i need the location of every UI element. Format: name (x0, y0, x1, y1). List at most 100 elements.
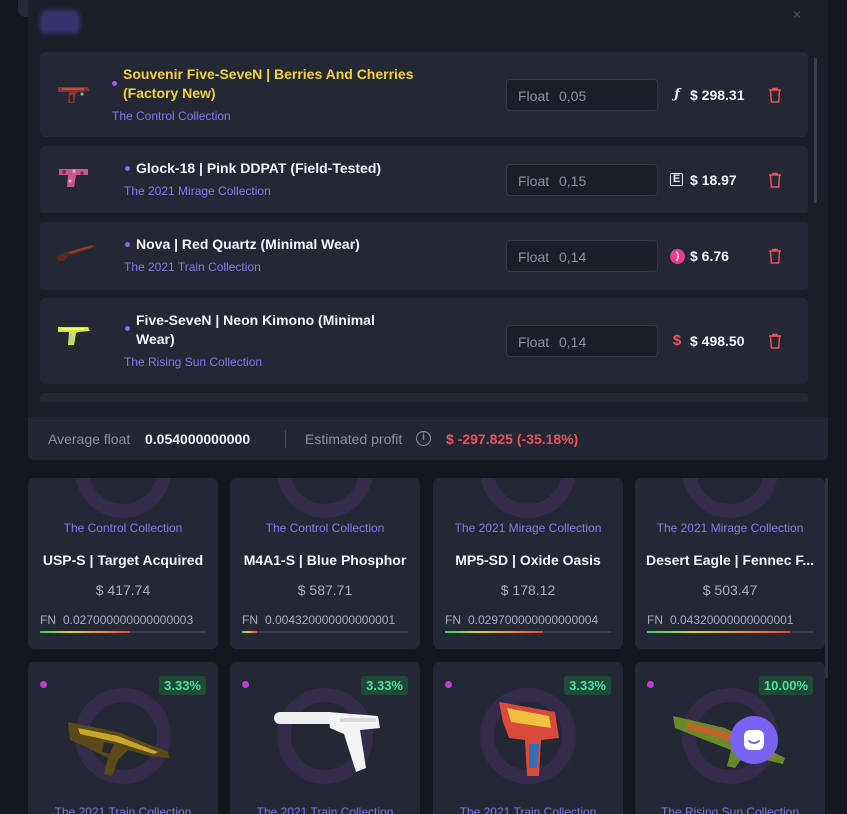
chat-button[interactable] (730, 716, 778, 764)
card-name: USP-S | Target Acquired (42, 552, 204, 568)
item-name: Five-SeveN | Neon Kimono (Minimal Wear) (136, 312, 375, 347)
rarity-dot (40, 681, 47, 688)
item-collection: The Control Collection (112, 109, 231, 123)
float-bar-fill (647, 631, 790, 633)
chat-icon (744, 730, 764, 750)
item-price: $ 498.50 (690, 333, 745, 349)
float-input[interactable]: Float 0,05 (506, 79, 658, 111)
float-label: Float (518, 334, 550, 350)
estimated-profit-label: Estimated profit (305, 431, 403, 447)
f-market-icon: ƒ (674, 87, 680, 102)
rarity-dot (125, 326, 130, 331)
page-scrollbar[interactable] (825, 478, 828, 678)
outcome-card[interactable]: The 2021 Mirage Collection MP5-SD | Oxid… (433, 478, 623, 649)
chance-badge: 3.33% (159, 676, 206, 695)
card-glow (480, 478, 576, 518)
item-collection: The Rising Sun Collection (124, 355, 263, 369)
five-seven-pistol-icon (58, 327, 90, 345)
float-bar (445, 631, 611, 633)
contract-panel: ✕ Souvenir Five-SeveN | Berries And Cher… (28, 0, 828, 460)
nova-shotgun-icon (56, 245, 96, 261)
float-bar (242, 631, 408, 633)
page: ⌕ ▾ ✕ Souvenir Five-Seve (0, 0, 847, 814)
float-value[interactable]: 0,05 (559, 88, 586, 104)
panel-header-blurred (40, 10, 80, 34)
glock-pistol-icon (59, 169, 88, 187)
info-icon[interactable]: i (416, 431, 431, 446)
float-input[interactable]: Float 0,15 (506, 164, 658, 196)
card-wear: FN (445, 613, 461, 627)
close-icon[interactable]: ✕ (792, 8, 802, 22)
chance-card[interactable]: 3.33% The 2021 Train Collection (433, 662, 623, 814)
card-glow (682, 478, 778, 518)
s-market-icon: $ (672, 332, 682, 349)
card-collection: The 2021 Mirage Collection (454, 521, 602, 535)
divider (285, 430, 286, 448)
trash-icon[interactable] (768, 87, 782, 103)
mac10-smg-icon (499, 702, 559, 776)
trash-icon[interactable] (768, 172, 782, 188)
card-wear: FN (647, 613, 663, 627)
chance-card[interactable]: 3.33% The 2021 Train Collection (28, 662, 218, 814)
float-input[interactable]: Float 0,14 (506, 325, 658, 357)
card-name: M4A1-S | Blue Phosphor (243, 552, 407, 568)
rarity-dot (112, 81, 117, 86)
item-collection: The 2021 Train Collection (124, 260, 261, 274)
item-price: $ 6.76 (690, 248, 729, 264)
rarity-dot (445, 681, 452, 688)
float-bar-fill (40, 631, 130, 633)
card-collection: The 2021 Train Collection (459, 805, 597, 814)
rarity-dot (125, 166, 130, 171)
contract-item-row: Souvenir Five-SeveN | Berries And Cherri… (40, 52, 808, 137)
outcome-card[interactable]: The Control Collection USP-S | Target Ac… (28, 478, 218, 649)
outcome-card[interactable]: The 2021 Mirage Collection Desert Eagle … (635, 478, 825, 649)
card-float: 0.004320000000000001 (265, 613, 396, 627)
card-glow (75, 478, 171, 518)
list-scrollbar[interactable] (814, 58, 817, 203)
card-float: 0.029700000000000004 (468, 613, 599, 627)
contract-item-row: Glock-18 | Pink DDPAT (Field-Tested) The… (40, 146, 808, 213)
item-price: $ 18.97 (690, 172, 737, 188)
rarity-dot (647, 681, 654, 688)
usp-pistol-icon (274, 712, 380, 772)
card-collection: The Control Collection (265, 521, 385, 535)
float-label: Float (518, 173, 550, 189)
trash-icon[interactable] (768, 248, 782, 264)
float-value[interactable]: 0,14 (559, 249, 586, 265)
contract-item-row (40, 393, 808, 402)
card-collection: The Control Collection (63, 521, 183, 535)
item-price: $ 298.31 (690, 87, 745, 103)
card-collection: The 2021 Train Collection (54, 805, 192, 814)
card-collection: The 2021 Train Collection (256, 805, 394, 814)
chance-badge: 3.33% (361, 676, 408, 695)
chance-card[interactable]: 3.33% The 2021 Train Collection (230, 662, 420, 814)
card-float: 0.027000000000000003 (63, 613, 194, 627)
card-wear: FN (242, 613, 258, 627)
chance-badge: 3.33% (564, 676, 611, 695)
outcome-card[interactable]: The Control Collection M4A1-S | Blue Pho… (230, 478, 420, 649)
rarity-dot (242, 681, 249, 688)
contract-item-list: Souvenir Five-SeveN | Berries And Cherri… (40, 52, 808, 402)
trash-icon[interactable] (768, 333, 782, 349)
estimated-profit-value: $ -297.825 (-35.18%) (446, 431, 579, 447)
card-price: $ 178.12 (500, 582, 556, 598)
float-value[interactable]: 0,15 (559, 173, 586, 189)
card-name: Desert Eagle | Fennec F... (645, 552, 815, 568)
average-float-value: 0.054000000000 (145, 431, 251, 447)
float-value[interactable]: 0,14 (559, 334, 586, 350)
card-price: $ 587.71 (297, 582, 353, 598)
item-name: Nova | Red Quartz (Minimal Wear) (136, 236, 360, 252)
item-collection: The 2021 Mirage Collection (124, 184, 271, 198)
float-bar (40, 631, 206, 633)
chance-badge: 10.00% (758, 676, 813, 695)
float-input[interactable]: Float 0,14 (506, 240, 658, 272)
float-bar-fill (242, 631, 257, 633)
card-name: MP5-SD | Oxide Oasis (455, 552, 601, 568)
card-collection: The 2021 Mirage Collection (656, 521, 804, 535)
float-label: Float (518, 249, 550, 265)
famas-rifle-icon (68, 722, 170, 776)
card-wear: FN (40, 613, 56, 627)
card-collection: The Rising Sun Collection (660, 805, 800, 814)
float-bar-fill (445, 631, 543, 633)
card-float: 0.04320000000000001 (670, 613, 794, 627)
